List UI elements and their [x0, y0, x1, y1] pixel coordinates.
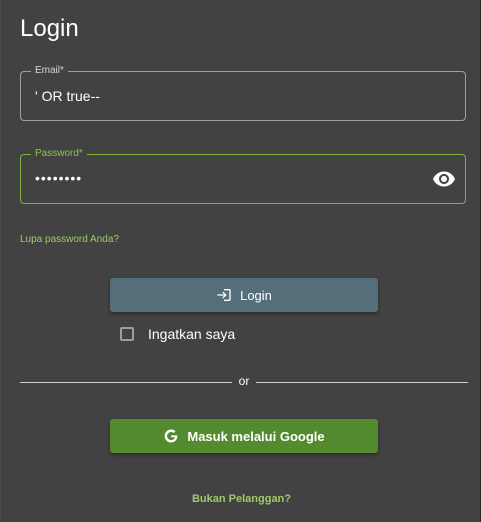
- page-title: Login: [20, 15, 79, 42]
- login-card: Login Email* Password* •••••••• Lupa pas…: [0, 0, 481, 522]
- divider-left: [20, 382, 232, 383]
- remember-me[interactable]: Ingatkan saya: [120, 326, 235, 342]
- divider-right: [256, 382, 468, 383]
- password-field[interactable]: Password* ••••••••: [20, 148, 466, 204]
- remember-me-label: Ingatkan saya: [148, 326, 236, 342]
- not-customer-link[interactable]: Bukan Pelanggan?: [1, 493, 481, 505]
- remember-me-checkbox[interactable]: [120, 327, 134, 341]
- login-button[interactable]: Login: [110, 278, 378, 312]
- login-icon: [216, 287, 232, 303]
- password-input[interactable]: ••••••••: [35, 155, 415, 203]
- forgot-password-link[interactable]: Lupa password Anda?: [20, 234, 119, 245]
- google-button-label: Masuk melalui Google: [187, 428, 325, 444]
- google-signin-button[interactable]: Masuk melalui Google: [110, 419, 378, 453]
- eye-icon[interactable]: [431, 167, 457, 191]
- google-icon: [163, 428, 179, 444]
- divider-text: or: [238, 374, 250, 388]
- login-button-label: Login: [240, 287, 272, 303]
- email-field[interactable]: Email*: [20, 65, 466, 121]
- email-input[interactable]: [35, 72, 415, 120]
